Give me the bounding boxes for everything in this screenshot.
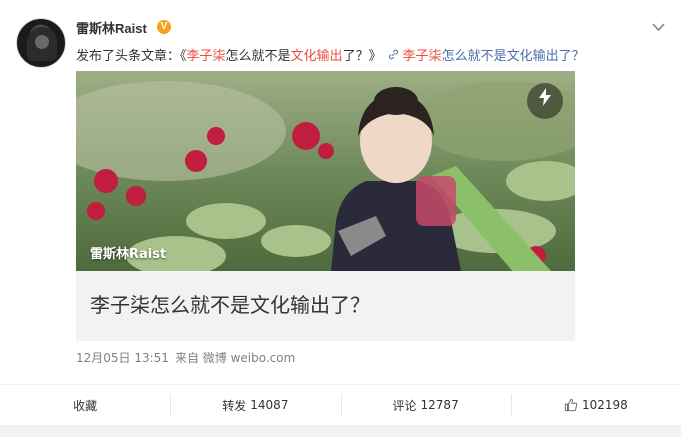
like-button[interactable]: 102198: [510, 385, 681, 425]
comment-button[interactable]: 评论 12787: [340, 385, 511, 425]
article-link-topic[interactable]: 李子柒: [403, 49, 442, 64]
article-card[interactable]: 雷斯林Raist 李子柒怎么就不是文化输出了？: [76, 71, 575, 341]
like-count: 102198: [581, 398, 628, 412]
weibo-card: 雷斯林Raist V 发布了头条文章：《李子柒怎么就不是文化输出了？》 李子柒怎…: [0, 0, 681, 437]
article-link-end[interactable]: 了？: [559, 49, 585, 64]
post-source[interactable]: 来自 微博 weibo.com: [175, 351, 295, 365]
avatar[interactable]: [16, 18, 66, 68]
repost-count: 14087: [250, 398, 289, 412]
article-title[interactable]: 李子柒怎么就不是文化输出了？: [90, 289, 370, 318]
article-link-topic2[interactable]: 文化输出: [507, 49, 559, 64]
post-title-mid: 怎么就不是: [225, 49, 291, 64]
thumbs-up-icon: [564, 398, 578, 412]
post-text: 发布了头条文章：《李子柒怎么就不是文化输出了？》 李子柒怎么就不是文化输出了？: [76, 45, 585, 64]
comment-label: 评论: [392, 398, 417, 413]
post-title-end: 了？》: [342, 49, 382, 64]
avatar-face: [35, 35, 49, 49]
bottom-separator: [0, 425, 681, 437]
post-meta: 12月05日 13:51 来自 微博 weibo.com: [76, 349, 301, 366]
link-icon: [388, 49, 403, 63]
post-prefix: 发布了头条文章：《: [76, 49, 187, 64]
verified-badge-icon: V: [157, 20, 171, 34]
collect-label: 收藏: [73, 398, 98, 413]
article-link-mid[interactable]: 怎么就不是: [442, 49, 507, 64]
cover-author-watermark: 雷斯林Raist: [90, 247, 167, 262]
action-bar: 收藏 转发 14087 评论 12787 102198: [0, 385, 681, 425]
collect-button[interactable]: 收藏: [0, 385, 170, 425]
post-title-topic2[interactable]: 文化输出: [291, 49, 343, 64]
chevron-down-icon[interactable]: [652, 20, 665, 36]
comment-count: 12787: [420, 398, 459, 412]
repost-label: 转发: [222, 398, 247, 413]
repost-button[interactable]: 转发 14087: [170, 385, 340, 425]
username[interactable]: 雷斯林Raist: [76, 18, 147, 37]
post-title-topic[interactable]: 李子柒: [187, 49, 226, 64]
post-timestamp[interactable]: 12月05日 13:51: [76, 351, 169, 365]
article-cover-image[interactable]: 雷斯林Raist: [76, 71, 575, 271]
lightning-icon[interactable]: [527, 83, 563, 119]
